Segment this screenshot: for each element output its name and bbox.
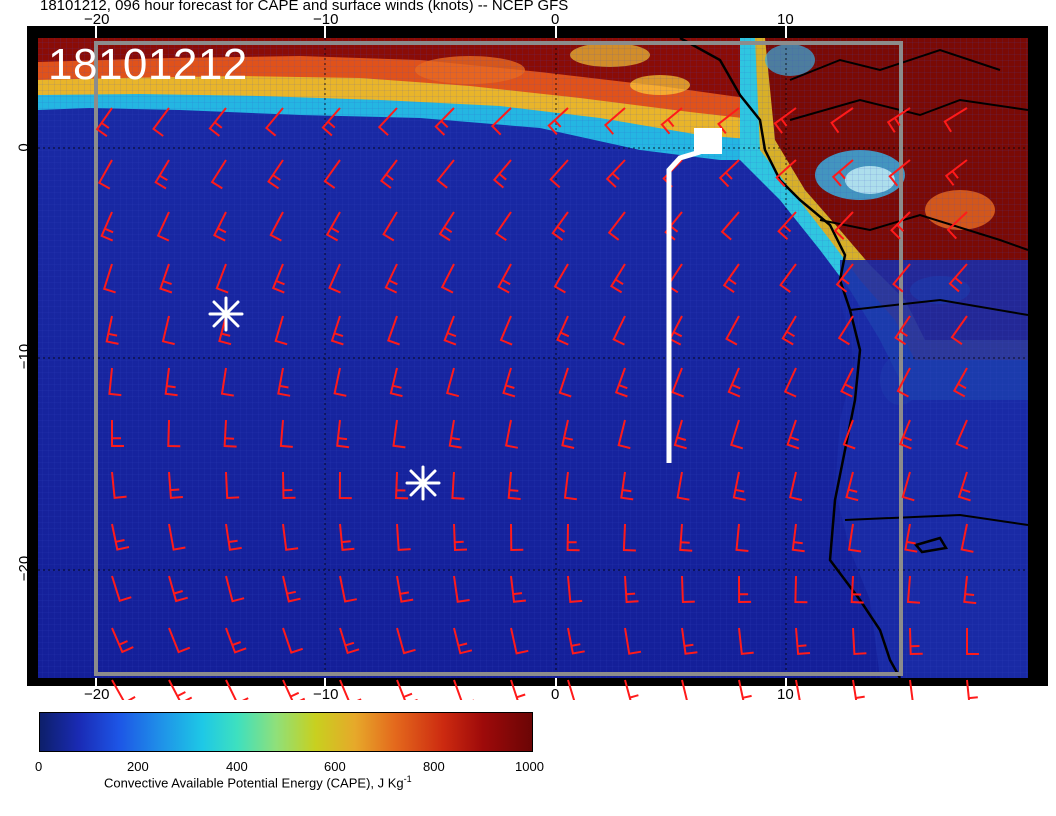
cape-wind-map xyxy=(27,26,1048,700)
asterisk-icon xyxy=(208,296,244,332)
colorbar-tick: 800 xyxy=(423,759,445,774)
y-tick-left: 0 xyxy=(15,143,33,152)
y-tick-right: 0 xyxy=(1025,143,1043,152)
x-tick-top: 0 xyxy=(551,11,560,28)
colorbar-tick: 200 xyxy=(127,759,149,774)
x-tick-bottom: −10 xyxy=(313,686,339,703)
x-tick-top: −10 xyxy=(313,11,339,28)
x-tick-bottom: 0 xyxy=(551,686,560,703)
x-tick-top: −20 xyxy=(84,11,110,28)
track-end-marker xyxy=(694,128,722,154)
colorbar-tick: 1000 xyxy=(515,759,544,774)
x-tick-bottom: 10 xyxy=(777,686,794,703)
y-tick-left: −20 xyxy=(16,555,34,582)
colorbar-tick: 600 xyxy=(324,759,346,774)
y-tick-right: −20 xyxy=(1026,555,1044,582)
x-tick-bottom: −20 xyxy=(84,686,110,703)
colorbar-tick: 400 xyxy=(226,759,248,774)
colorbar-tick: 0 xyxy=(35,759,43,774)
colorbar-label: Convective Available Potential Energy (C… xyxy=(104,774,412,791)
x-tick-top: 10 xyxy=(777,11,794,28)
y-tick-left: −10 xyxy=(16,343,34,370)
asterisk-icon xyxy=(405,465,441,501)
y-tick-right: −10 xyxy=(1026,343,1044,370)
date-stamp: 18101212 xyxy=(48,40,248,89)
colorbar xyxy=(39,712,533,752)
